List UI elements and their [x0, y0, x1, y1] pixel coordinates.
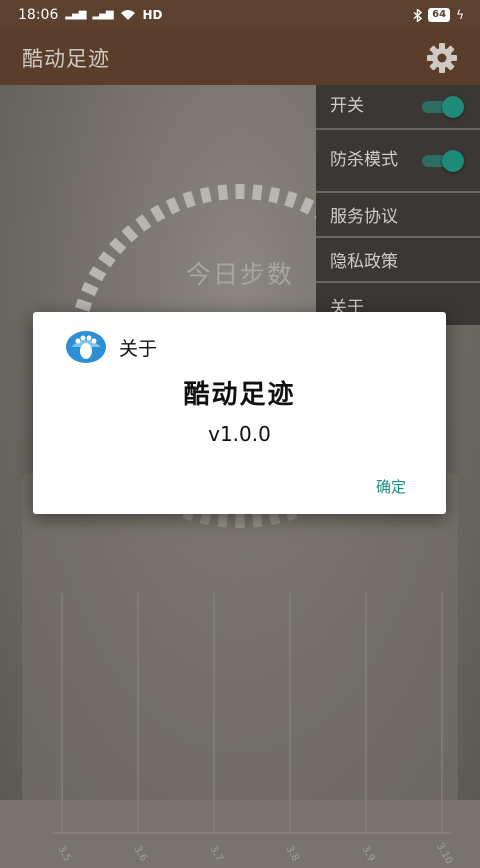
- x-tick-label: 3.10: [434, 841, 455, 866]
- menu-item-service-agreement[interactable]: 服务协议: [316, 193, 480, 238]
- steps-chart-plot: 3.5 3.6 3.7 3.8 3.9 3.10: [52, 593, 455, 866]
- dial-tick: [135, 214, 152, 232]
- menu-item-label: 服务协议: [330, 207, 398, 227]
- menu-item-label: 开关: [330, 96, 364, 116]
- x-tick-label: 3.7: [207, 844, 224, 863]
- x-tick-label: 3.8: [283, 844, 300, 863]
- app-title: 酷动足迹: [22, 46, 110, 71]
- bluetooth-icon: [413, 8, 423, 22]
- dial-tick: [217, 184, 229, 201]
- x-tick-label: 3.5: [55, 844, 72, 863]
- dial-tick: [299, 197, 315, 215]
- dial-tick: [251, 184, 263, 201]
- app-logo-icon: [66, 331, 106, 363]
- wifi-icon: [120, 10, 135, 20]
- toggle-thumb: [442, 149, 464, 172]
- dial-tick: [284, 191, 298, 209]
- anti-kill-toggle[interactable]: [422, 149, 464, 172]
- app-bar: 酷动足迹: [0, 30, 480, 85]
- menu-item-anti-kill-mode[interactable]: 防杀模式: [316, 130, 480, 193]
- about-dialog: 关于 酷动足迹 v1.0.0 确定: [33, 312, 446, 514]
- dial-tick: [165, 197, 181, 215]
- status-bar: 18:06 ▂▄▆ ▂▄▆ HD 64 ϟ: [0, 0, 480, 30]
- switch-toggle[interactable]: [422, 95, 464, 118]
- clock: 18:06: [18, 7, 59, 23]
- network-type: HD: [142, 8, 163, 22]
- dialog-app-name: 酷动足迹: [183, 380, 296, 410]
- dialog-version: v1.0.0: [208, 422, 271, 446]
- dialog-title: 关于: [119, 337, 158, 360]
- steps-chart: 3.5 3.6 3.7 3.8 3.9 3.10: [22, 473, 458, 868]
- menu-item-switch[interactable]: 开关: [316, 85, 480, 130]
- toggle-thumb: [442, 95, 464, 118]
- x-tick-label: 3.6: [131, 844, 148, 863]
- battery-indicator: 64: [428, 8, 451, 22]
- dial-tick: [150, 204, 166, 223]
- gear-icon[interactable]: [426, 42, 458, 74]
- dial-tick: [121, 225, 139, 243]
- dial-tick: [268, 186, 281, 204]
- menu-item-label: 隐私政策: [330, 252, 398, 272]
- dial-tick: [75, 298, 93, 312]
- dial-tick: [199, 186, 212, 204]
- signal-icon: ▂▄▆: [65, 9, 86, 20]
- dialog-header: 关于: [65, 330, 157, 364]
- dial-tick: [182, 191, 196, 209]
- charging-icon: ϟ: [456, 8, 464, 22]
- menu-item-label: 防杀模式: [330, 150, 398, 170]
- menu-item-privacy-policy[interactable]: 隐私政策: [316, 238, 480, 283]
- signal-icon-2: ▂▄▆: [92, 9, 113, 20]
- ok-button[interactable]: 确定: [376, 476, 406, 497]
- settings-menu: 开关 防杀模式 服务协议 隐私政策 关于: [316, 85, 480, 325]
- dial-tick: [109, 237, 127, 255]
- x-tick-label: 3.9: [359, 844, 376, 863]
